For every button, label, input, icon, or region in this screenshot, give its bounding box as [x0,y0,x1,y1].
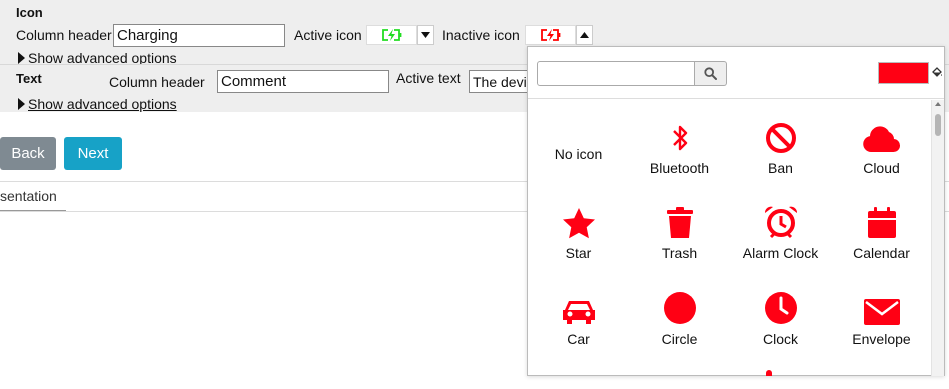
charging-icon [540,29,560,41]
icon-option-label: Trash [661,245,698,261]
icon-option-label: Bluetooth [649,160,710,176]
icon-option-envelope[interactable]: Envelope [831,285,932,347]
icon-option-alarm-clock[interactable]: Alarm Clock [730,199,831,261]
icon-option-label: Calendar [853,245,910,261]
scrollbar-thumb[interactable] [935,114,941,136]
icon-option-ban[interactable]: Ban [730,114,831,176]
circle-icon [663,285,697,325]
inactive-icon-dropdown-toggle[interactable] [576,25,593,45]
text-show-advanced-options[interactable]: Show advanced options [18,96,177,112]
icon-option-label: Clock [762,331,798,347]
trash-icon [666,199,694,239]
active-icon-picker[interactable] [366,25,417,45]
icon-section-title: Icon [16,5,43,20]
partial-icon [766,370,772,376]
envelope-icon [863,285,900,325]
icon-option-label: Alarm Clock [742,245,819,261]
ban-icon [765,114,797,154]
icon-option-star[interactable]: Star [528,199,629,261]
alarm-clock-icon [763,199,799,239]
icon-option-label: No icon [554,146,603,162]
bluetooth-icon [669,114,691,154]
icon-option-clock[interactable]: Clock [730,285,831,347]
tab-presentation[interactable]: sentation [0,188,57,204]
chevron-down-icon [421,32,430,38]
icon-search-button[interactable] [695,61,727,86]
text-column-header-label: Column header [109,74,205,90]
icon-option-label: Cloud [863,160,900,176]
text-column-header-input[interactable] [217,70,389,93]
active-text-label: Active text [396,70,461,86]
chevron-up-icon [580,32,589,38]
text-show-advanced-label: Show advanced options [28,96,177,112]
icon-option-car[interactable]: Car [528,285,629,347]
icon-option-label: Envelope [852,331,911,347]
back-button[interactable]: Back [0,137,56,170]
next-button[interactable]: Next [64,137,122,170]
star-icon [562,199,596,239]
icon-option-circle[interactable]: Circle [629,285,730,347]
inactive-icon-label: Inactive icon [442,27,520,43]
paint-bucket-icon[interactable] [931,66,943,78]
cloud-icon [861,114,903,154]
icon-color-swatch[interactable] [878,62,929,84]
magnifier-icon [704,67,717,80]
scroll-up-arrow-icon[interactable] [935,102,941,106]
clock-icon [764,285,798,325]
calendar-icon [867,199,897,239]
expand-triangle-icon [18,98,25,110]
icon-option-bluetooth[interactable]: Bluetooth [629,114,730,176]
icon-option-no-icon[interactable]: No icon [528,140,629,162]
expand-triangle-icon [18,52,25,64]
icon-grid: No icon Bluetooth Ban Cloud Star Trash A… [528,100,932,376]
inactive-icon-picker[interactable] [525,25,576,45]
icon-option-label: Star [565,245,592,261]
icon-picker-header [528,47,944,99]
icon-column-header-input[interactable] [113,24,285,47]
icon-option-label: Circle [661,331,698,347]
icon-grid-scrollbar[interactable] [931,100,944,376]
active-icon-dropdown-toggle[interactable] [417,25,434,45]
icon-option-calendar[interactable]: Calendar [831,199,932,261]
icon-option-cloud[interactable]: Cloud [831,114,932,176]
charging-icon [381,29,401,41]
icon-option-label: Ban [768,160,793,176]
icon-column-header-label: Column header [16,27,112,43]
text-section-title: Text [16,71,42,86]
icon-option-label: Car [567,331,590,347]
icon-picker-popup: No icon Bluetooth Ban Cloud Star Trash A… [527,46,945,376]
icon-option-trash[interactable]: Trash [629,199,730,261]
active-icon-label: Active icon [294,27,362,43]
car-icon [561,285,597,325]
icon-search-input[interactable] [537,61,695,86]
